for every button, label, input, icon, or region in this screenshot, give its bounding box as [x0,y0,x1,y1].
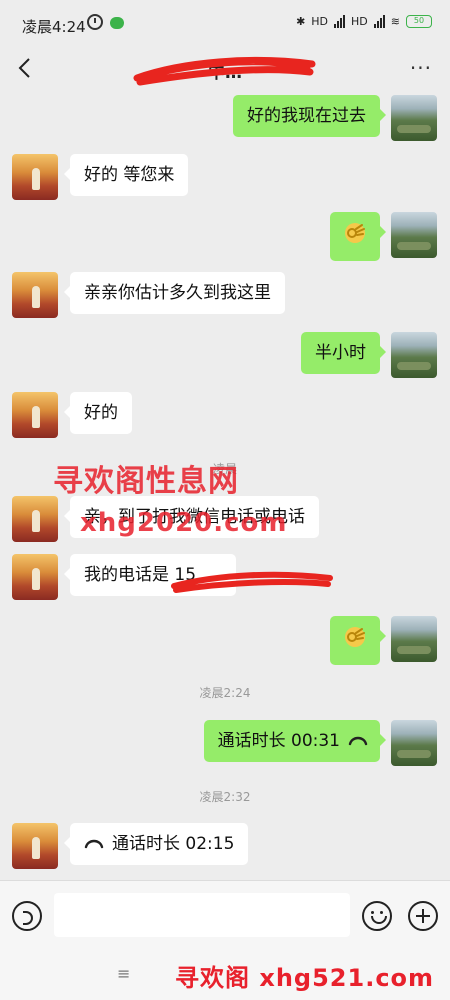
bluetooth-icon: ✱ [296,15,306,28]
signal-icon-2 [373,15,385,28]
emoji-picker-icon[interactable] [362,901,392,931]
contact-avatar[interactable] [12,272,58,318]
ok-hand-emoji-icon [345,627,365,647]
status-right-group: ✱ HD HD ≋ 50 [296,15,432,28]
chat-input-bar [0,880,450,950]
more-actions-plus-icon[interactable] [408,901,438,931]
watermark-bottom: 寻欢阁 xhg521.com [175,964,435,992]
alarm-icon [87,14,103,30]
contact-avatar[interactable] [12,392,58,438]
my-avatar[interactable] [391,95,437,141]
message-bubble-outgoing[interactable]: 好的我现在过去 [233,95,386,137]
timestamp: 凌晨2:32 [199,790,251,804]
ok-hand-emoji-icon [345,223,365,243]
my-avatar[interactable] [391,212,437,258]
contact-avatar[interactable] [12,496,58,542]
redaction-scribble [171,571,333,593]
battery-icon: 50 [406,15,432,28]
status-bar: 凌晨4:24 ✱ HD HD ≋ 50 [0,0,450,48]
watermark-url: xhg2020.com [80,508,288,538]
network-label-2: HD [351,15,368,28]
status-time: 凌晨4:24 [22,18,86,36]
chat-header: 中… ··· [0,48,450,90]
message-bubble-incoming[interactable]: 好的 [64,392,132,434]
contact-avatar[interactable] [12,154,58,200]
call-duration-label: 通话时长 02:15 [112,834,235,854]
my-avatar[interactable] [391,720,437,766]
contact-avatar[interactable] [12,823,58,869]
call-bubble-incoming[interactable]: 通话时长 02:15 [63,823,249,865]
timestamp: 凌晨2:24 [199,686,251,700]
message-input[interactable] [54,893,350,937]
more-options-icon[interactable]: ··· [410,56,432,80]
my-avatar[interactable] [391,332,437,378]
redaction-scribble [133,56,316,86]
network-label-1: HD [311,15,329,28]
wifi-icon: ≋ [390,15,400,28]
call-duration-label: 通话时长 00:31 [217,731,340,751]
menu-icon[interactable]: ≡ [117,964,130,983]
wechat-notification-icon [110,17,124,29]
message-bubble-incoming[interactable]: 亲亲你估计多久到我这里 [64,272,285,314]
watermark-text: 寻欢阁性息网 [53,464,239,499]
signal-icon-1 [334,15,346,28]
call-bubble-outgoing[interactable]: 通话时长 00:31 [203,720,387,762]
contact-avatar[interactable] [12,554,58,600]
system-nav-bar: ≡ 寻欢阁 xhg521.com [0,950,450,1000]
emoji-bubble-outgoing[interactable] [330,616,386,665]
voice-input-icon[interactable] [12,901,42,931]
phone-hangup-icon [84,839,104,849]
phone-hangup-icon [348,736,368,746]
my-avatar[interactable] [391,616,437,662]
emoji-bubble-outgoing[interactable] [330,212,386,261]
message-bubble-outgoing[interactable]: 半小时 [301,332,386,374]
message-bubble-incoming[interactable]: 好的 等您来 [63,154,189,196]
